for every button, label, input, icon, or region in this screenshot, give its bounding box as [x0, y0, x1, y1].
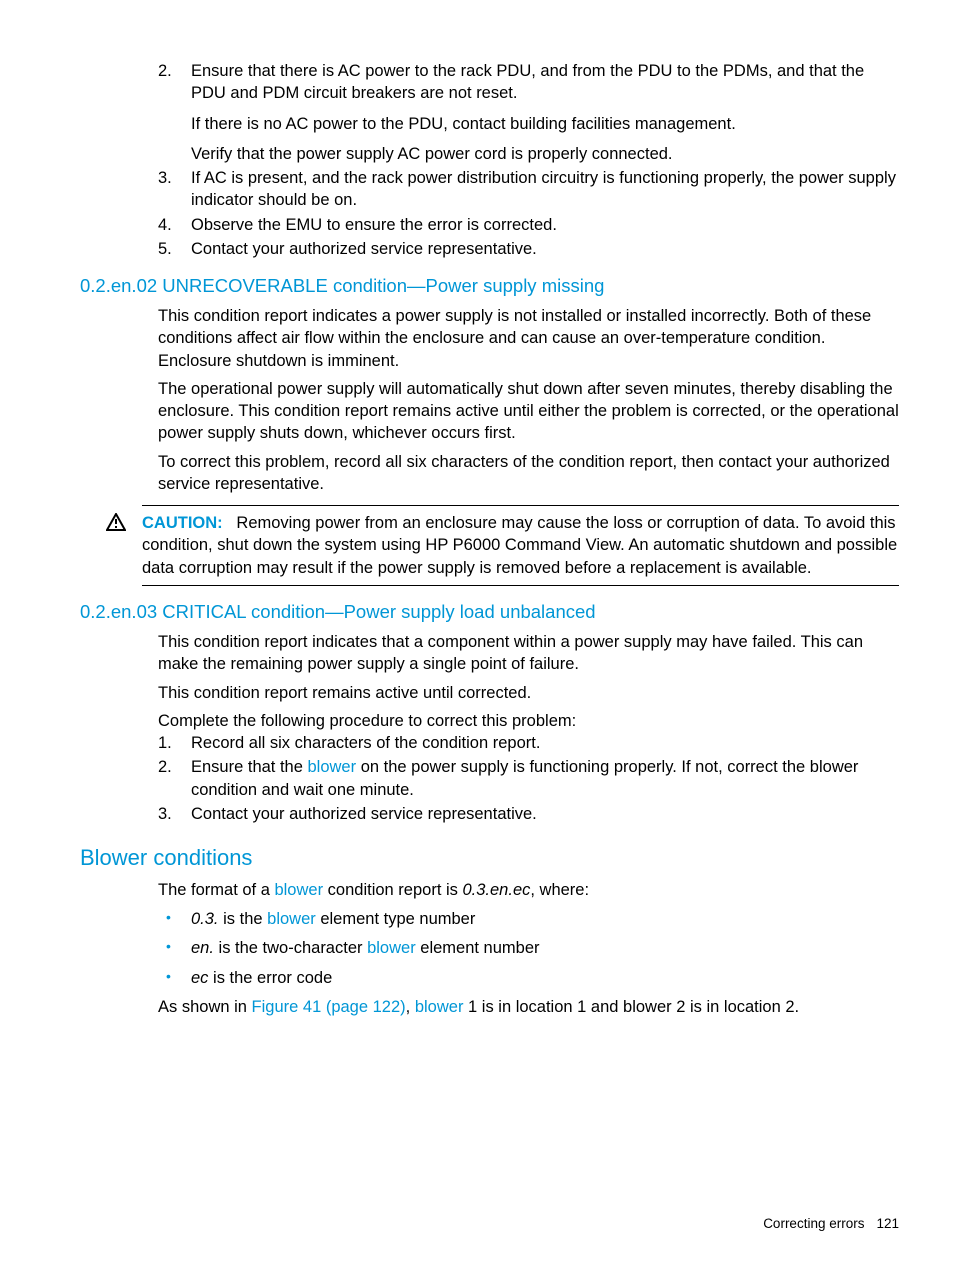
body-paragraph: The operational power supply will automa…	[158, 378, 899, 445]
body-paragraph: As shown in Figure 41 (page 122), blower…	[158, 996, 899, 1018]
text-mid: is the	[219, 910, 268, 928]
list-number: 2.	[158, 756, 172, 778]
list-item: 5. Contact your authorized service repre…	[158, 238, 899, 260]
list-item: 4. Observe the EMU to ensure the error i…	[158, 214, 899, 236]
text-post: element number	[416, 939, 540, 957]
list-subtext: If there is no AC power to the PDU, cont…	[191, 113, 899, 135]
text-em: 0.3.en.ec	[462, 881, 530, 899]
list-text: Ensure that there is AC power to the rac…	[191, 62, 864, 102]
list-number: 5.	[158, 238, 172, 260]
link-blower[interactable]: blower	[308, 758, 357, 776]
blower-bullet-list: 0.3. is the blower element type number e…	[158, 908, 899, 989]
body-paragraph: Complete the following procedure to corr…	[158, 710, 899, 732]
sec03-ordered-list: 1. Record all six characters of the cond…	[158, 732, 899, 825]
text-pre: The format of a	[158, 881, 274, 899]
text-sep: ,	[406, 998, 415, 1016]
text-em: en.	[191, 939, 214, 957]
section-heading-blower: Blower conditions	[80, 843, 899, 873]
body-paragraph: This condition report indicates that a c…	[158, 631, 899, 676]
text-mid: condition report is	[323, 881, 462, 899]
list-text-pre: Ensure that the	[191, 758, 308, 776]
list-text: Record all six characters of the conditi…	[191, 734, 540, 752]
list-item: en. is the two-character blower element …	[158, 937, 899, 959]
text-post: 1 is in location 1 and blower 2 is in lo…	[463, 998, 799, 1016]
body-paragraph: This condition report remains active unt…	[158, 682, 899, 704]
section-heading-02en02: 0.2.en.02 UNRECOVERABLE condition—Power …	[80, 274, 899, 299]
body-paragraph: To correct this problem, record all six …	[158, 451, 899, 496]
list-item: 2. Ensure that the blower on the power s…	[158, 756, 899, 801]
caution-label: CAUTION:	[142, 514, 223, 532]
body-paragraph: The format of a blower condition report …	[158, 879, 899, 901]
link-blower[interactable]: blower	[267, 910, 316, 928]
text-mid: is the two-character	[214, 939, 367, 957]
list-item: 0.3. is the blower element type number	[158, 908, 899, 930]
list-number: 3.	[158, 167, 172, 189]
caution-text: Removing power from an enclosure may cau…	[142, 514, 897, 577]
list-text: Contact your authorized service represen…	[191, 240, 537, 258]
list-text: Contact your authorized service represen…	[191, 805, 537, 823]
caution-callout: CAUTION: Removing power from an enclosur…	[142, 505, 899, 586]
list-item: 3. If AC is present, and the rack power …	[158, 167, 899, 212]
list-number: 2.	[158, 60, 172, 82]
section-heading-02en03: 0.2.en.03 CRITICAL condition—Power suppl…	[80, 600, 899, 625]
caution-icon	[106, 512, 126, 539]
list-item: ec is the error code	[158, 967, 899, 989]
text-pre: As shown in	[158, 998, 252, 1016]
page-content: 2. Ensure that there is AC power to the …	[0, 0, 954, 1271]
page-footer: Correcting errors 121	[763, 1215, 899, 1233]
top-ordered-list: 2. Ensure that there is AC power to the …	[158, 60, 899, 260]
list-number: 3.	[158, 803, 172, 825]
list-item: 3. Contact your authorized service repre…	[158, 803, 899, 825]
text-em: 0.3.	[191, 910, 219, 928]
footer-page-number: 121	[876, 1216, 899, 1231]
link-blower[interactable]: blower	[415, 998, 464, 1016]
text-post: is the error code	[208, 969, 332, 987]
list-number: 1.	[158, 732, 172, 754]
list-text: Observe the EMU to ensure the error is c…	[191, 216, 557, 234]
text-post: element type number	[316, 910, 476, 928]
link-figure-ref[interactable]: Figure 41 (page 122)	[252, 998, 406, 1016]
link-blower[interactable]: blower	[367, 939, 416, 957]
text-post: , where:	[530, 881, 589, 899]
list-text: If AC is present, and the rack power dis…	[191, 169, 896, 209]
list-item: 1. Record all six characters of the cond…	[158, 732, 899, 754]
list-item: 2. Ensure that there is AC power to the …	[158, 60, 899, 165]
list-subtext: Verify that the power supply AC power co…	[191, 143, 899, 165]
text-em: ec	[191, 969, 208, 987]
list-number: 4.	[158, 214, 172, 236]
link-blower[interactable]: blower	[274, 881, 323, 899]
body-paragraph: This condition report indicates a power …	[158, 305, 899, 372]
footer-section: Correcting errors	[763, 1216, 864, 1231]
